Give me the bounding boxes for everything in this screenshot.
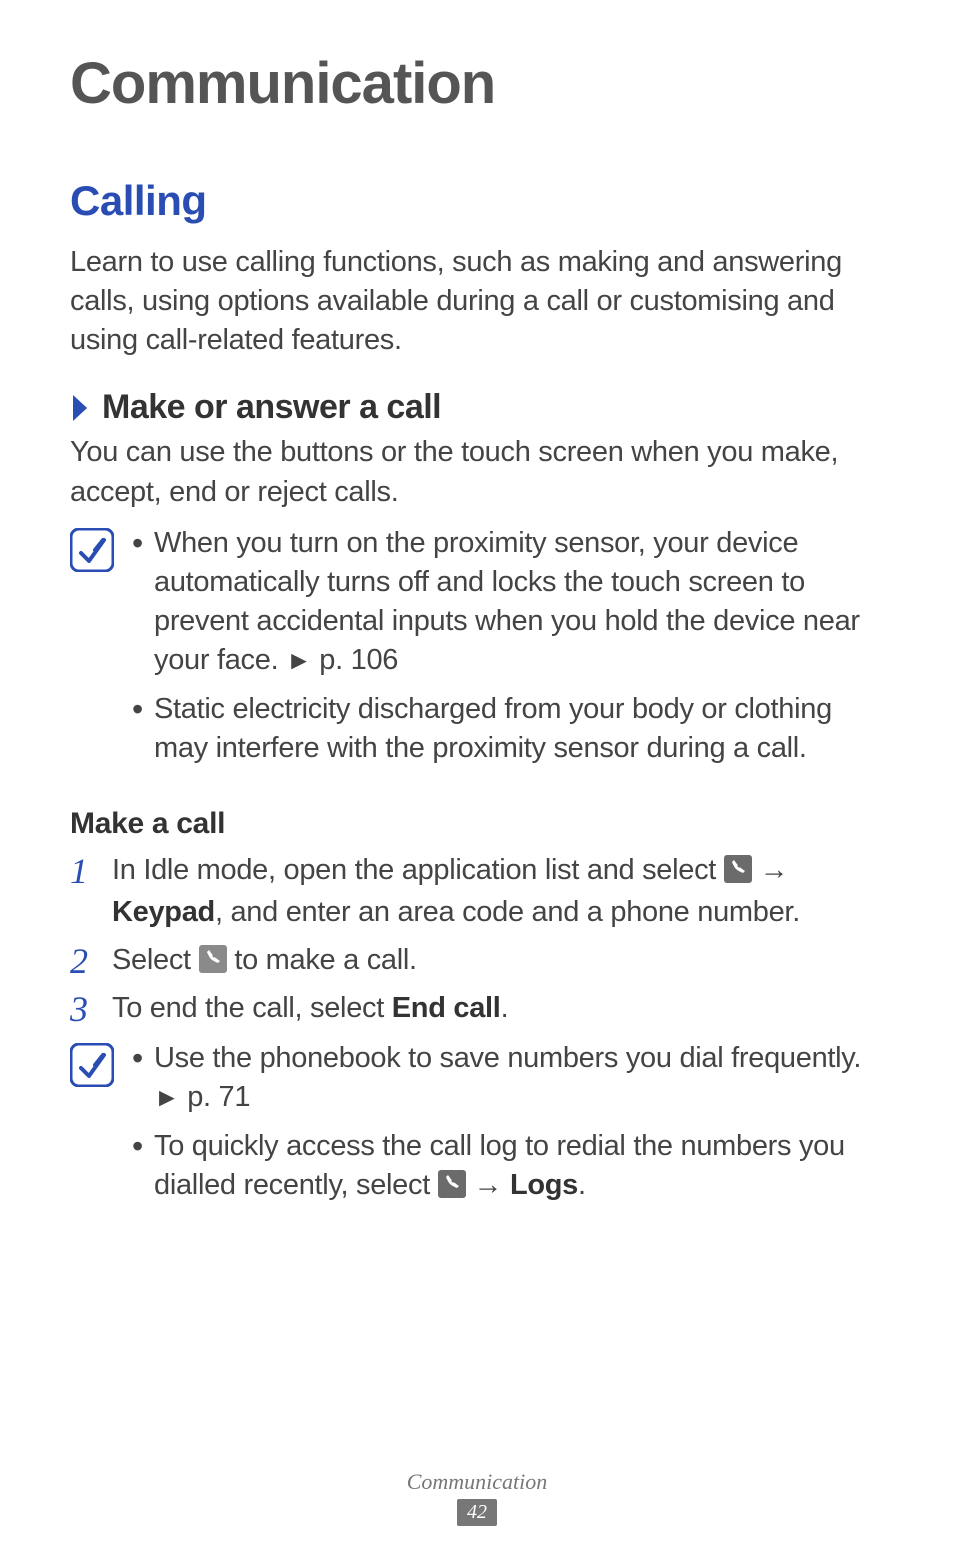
subsection-heading-row: Make or answer a call xyxy=(70,388,884,427)
page-footer: Communication 42 xyxy=(0,1469,954,1526)
list-item: Use the phonebook to save numbers you di… xyxy=(132,1039,884,1117)
phone-call-icon xyxy=(199,943,227,971)
list-item: Static electricity discharged from your … xyxy=(132,690,884,768)
document-page: Communication Calling Learn to use calli… xyxy=(0,0,954,1566)
step-text-post: to make a call. xyxy=(227,944,417,976)
note-block: When you turn on the proximity sensor, y… xyxy=(70,524,884,779)
list-item: When you turn on the proximity sensor, y… xyxy=(132,524,884,681)
list-item: 1 In Idle mode, open the application lis… xyxy=(70,849,884,933)
arrow-right-icon: → xyxy=(752,854,788,886)
note-text: Static electricity discharged from your … xyxy=(154,693,832,764)
make-a-call-heading: Make a call xyxy=(70,807,884,841)
note-list: Use the phonebook to save numbers you di… xyxy=(132,1039,884,1216)
step-text-post: . xyxy=(501,992,509,1024)
note-text-post: . xyxy=(578,1169,586,1201)
step-bold: End call xyxy=(392,992,501,1024)
subsection-heading: Make or answer a call xyxy=(102,388,441,427)
list-item: 3 To end the call, select End call. xyxy=(70,987,884,1029)
list-item: To quickly access the call log to redial… xyxy=(132,1127,884,1205)
arrow-right-icon: → xyxy=(466,1169,510,1201)
section-heading-calling: Calling xyxy=(70,177,884,225)
section-intro: Learn to use calling functions, such as … xyxy=(70,243,884,360)
reference-text: p. 71 xyxy=(179,1081,250,1113)
note-icon xyxy=(70,1043,114,1087)
step-text-pre: To end the call, select xyxy=(112,992,392,1024)
phone-icon xyxy=(724,853,752,881)
note-text: Use the phonebook to save numbers you di… xyxy=(154,1042,861,1074)
note-text: When you turn on the proximity sensor, y… xyxy=(154,527,860,676)
step-text-post: , and enter an area code and a phone num… xyxy=(215,896,800,928)
reference-marker: ► xyxy=(286,645,311,675)
note-block: Use the phonebook to save numbers you di… xyxy=(70,1039,884,1216)
subsection-intro: You can use the buttons or the touch scr… xyxy=(70,433,884,511)
reference-text: p. 106 xyxy=(312,644,399,676)
step-text-pre: Select xyxy=(112,944,199,976)
step-number: 2 xyxy=(70,935,88,987)
step-text-pre: In Idle mode, open the application list … xyxy=(112,854,724,886)
footer-section-label: Communication xyxy=(0,1469,954,1495)
footer-page-number: 42 xyxy=(457,1499,497,1526)
page-title: Communication xyxy=(70,50,884,117)
step-number: 1 xyxy=(70,845,88,897)
steps-list: 1 In Idle mode, open the application lis… xyxy=(70,849,884,1029)
reference-marker: ► xyxy=(154,1082,179,1112)
step-number: 3 xyxy=(70,983,88,1035)
note-list: When you turn on the proximity sensor, y… xyxy=(132,524,884,779)
step-bold: Keypad xyxy=(112,896,215,928)
note-icon xyxy=(70,528,114,572)
list-item: 2 Select to make a call. xyxy=(70,939,884,981)
chevron-right-icon xyxy=(70,393,92,423)
note-bold: Logs xyxy=(510,1169,578,1201)
phone-icon xyxy=(438,1170,466,1198)
